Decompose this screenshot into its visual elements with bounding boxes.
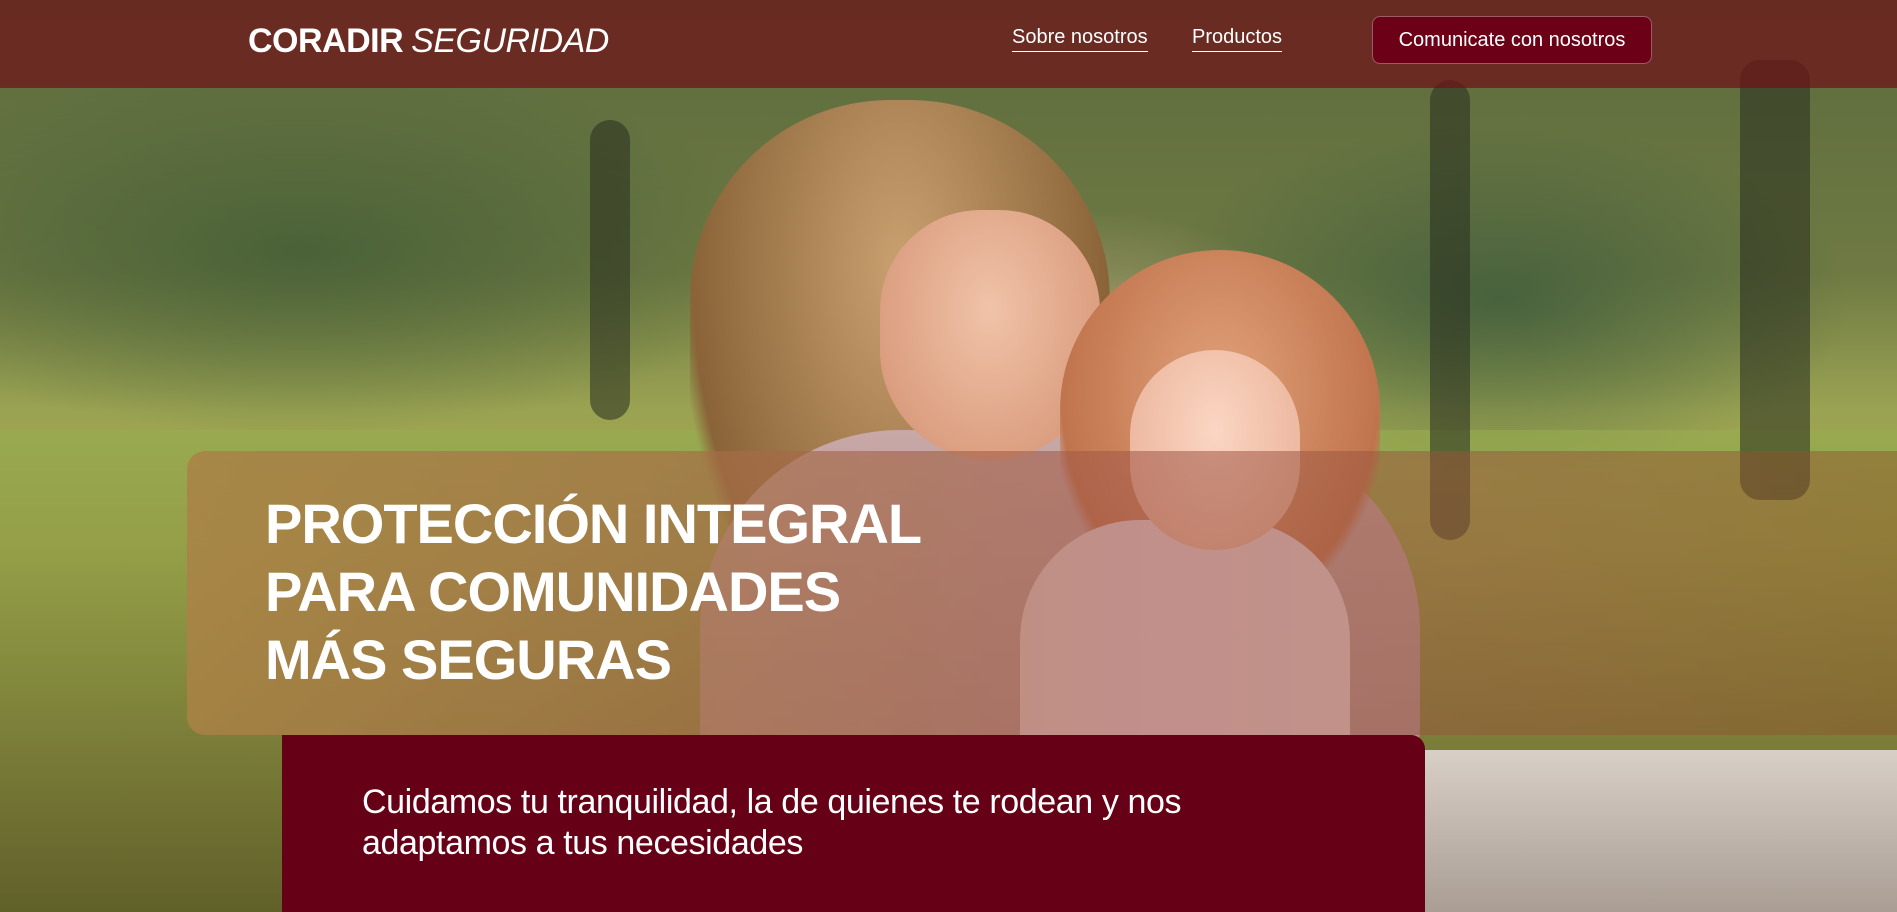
headline-line-2: PARA COMUNIDADES: [265, 560, 841, 623]
hero-headline: PROTECCIÓN INTEGRAL PARA COMUNIDADES MÁS…: [265, 490, 922, 694]
logo-text-bold: CORADIR: [248, 22, 404, 60]
background-tree: [1740, 60, 1810, 500]
site-header: CORADIR SEGURIDAD Sobre nosotros Producto…: [0, 0, 1897, 88]
headline-line-3: MÁS SEGURAS: [265, 628, 672, 691]
nav-link-about[interactable]: Sobre nosotros: [1012, 26, 1148, 52]
subtitle-box: Cuidamos tu tranquilidad, la de quienes …: [282, 735, 1425, 912]
brand-logo[interactable]: CORADIR SEGURIDAD: [248, 22, 609, 61]
logo-text-light: SEGURIDAD: [411, 22, 609, 60]
headline-line-1: PROTECCIÓN INTEGRAL: [265, 492, 922, 555]
contact-button[interactable]: Comunicate con nosotros: [1372, 16, 1652, 64]
hero-section: CORADIR SEGURIDAD Sobre nosotros Producto…: [0, 0, 1897, 912]
nav-link-products[interactable]: Productos: [1192, 26, 1283, 52]
background-table: [1380, 750, 1897, 912]
hero-subtitle: Cuidamos tu tranquilidad, la de quienes …: [362, 783, 1182, 862]
background-tree: [590, 120, 630, 420]
